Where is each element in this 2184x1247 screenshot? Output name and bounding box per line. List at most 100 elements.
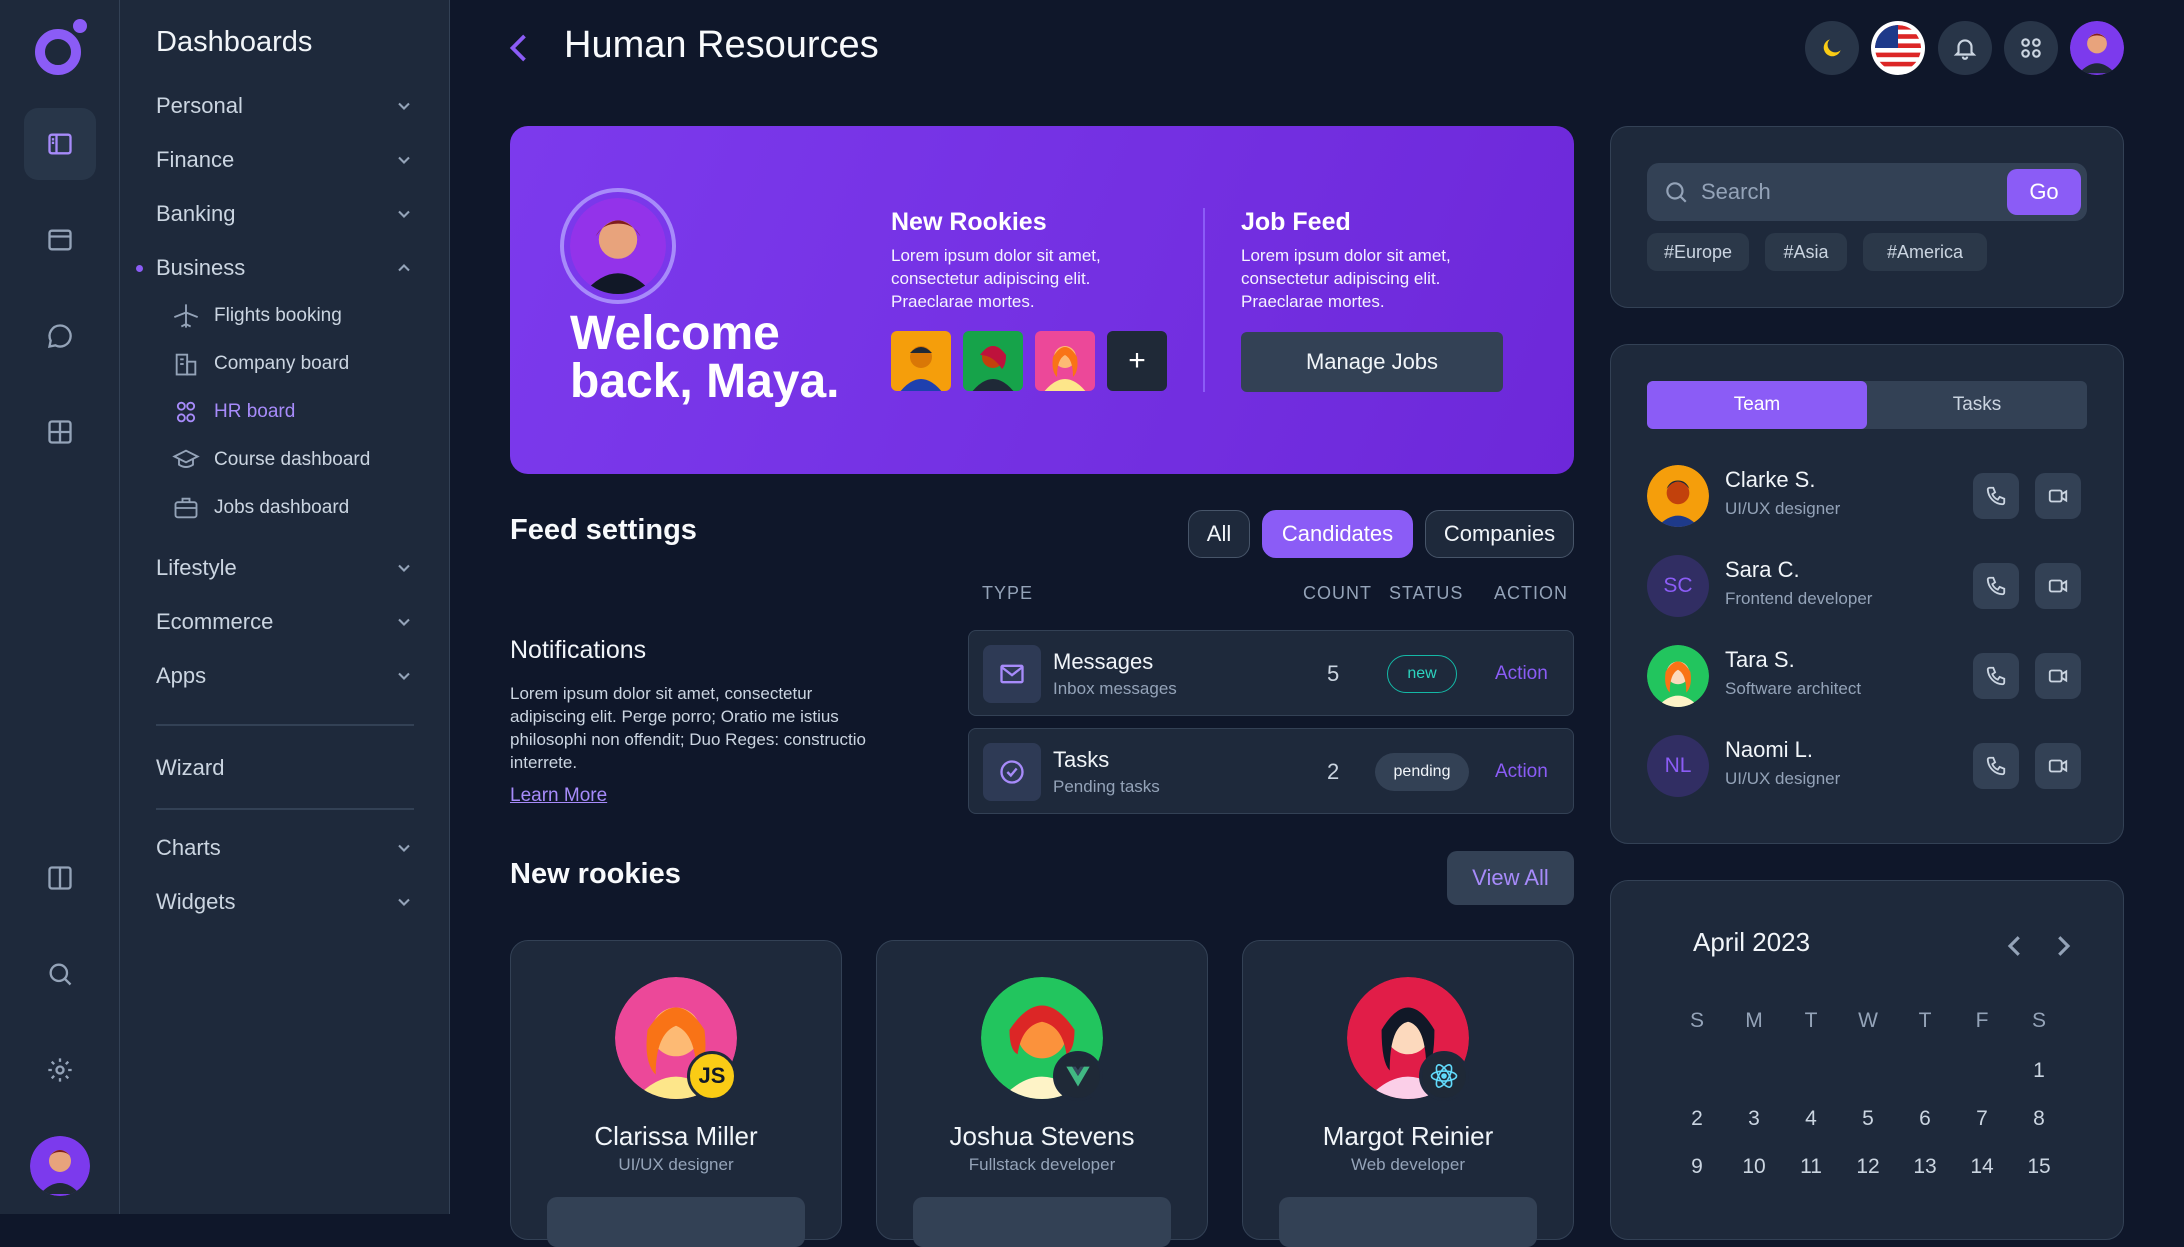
sub-hr-board[interactable]: HR board <box>172 394 295 430</box>
calendar-day[interactable]: 15 <box>2019 1155 2059 1179</box>
sub-course-dashboard[interactable]: Course dashboard <box>172 442 370 478</box>
add-rookie-button[interactable]: + <box>1107 331 1167 391</box>
tab-tasks[interactable]: Tasks <box>1867 381 2087 429</box>
calendar-day[interactable]: 6 <box>1905 1107 1945 1131</box>
menu-widgets[interactable]: Widgets <box>156 882 414 922</box>
menu-ecommerce[interactable]: Ecommerce <box>156 602 414 642</box>
menu-wizard[interactable]: Wizard <box>156 748 414 788</box>
theme-toggle-button[interactable] <box>1805 21 1859 75</box>
rookie-card-button[interactable] <box>913 1197 1171 1247</box>
view-all-button[interactable]: View All <box>1447 851 1574 905</box>
tag-europe[interactable]: #Europe <box>1647 233 1749 271</box>
filter-all[interactable]: All <box>1188 510 1250 558</box>
rookie-card-button[interactable] <box>547 1197 805 1247</box>
search-input[interactable] <box>1701 163 2001 221</box>
calendar-day[interactable]: 8 <box>2019 1107 2059 1131</box>
chevron-down-icon <box>398 102 410 110</box>
user-avatar[interactable] <box>30 1136 90 1196</box>
calendar-day[interactable]: 14 <box>1962 1155 2002 1179</box>
dashboard-icon[interactable] <box>24 108 96 180</box>
call-button[interactable] <box>1973 563 2019 609</box>
calendar-day[interactable]: 2 <box>1677 1107 1717 1131</box>
rookie-card[interactable]: JS Clarissa Miller UI/UX designer <box>510 940 842 1247</box>
row-count: 5 <box>1327 661 1340 686</box>
menu-business[interactable]: Business <box>136 248 414 288</box>
menu-personal[interactable]: Personal <box>156 86 414 126</box>
sub-flights-booking[interactable]: Flights booking <box>172 298 342 334</box>
next-month-chevron-icon[interactable] <box>2048 931 2078 961</box>
calendar-day[interactable]: 11 <box>1791 1155 1831 1179</box>
weekday-label: S <box>2031 1009 2046 1032</box>
menu-finance[interactable]: Finance <box>156 140 414 180</box>
menu-label: Personal <box>156 93 243 118</box>
users-icon <box>176 401 196 423</box>
rookie-thumb[interactable] <box>1035 331 1095 391</box>
video-call-button[interactable] <box>2035 653 2081 699</box>
go-button[interactable]: Go <box>2007 169 2081 215</box>
columns-icon[interactable] <box>24 842 96 914</box>
prev-month-chevron-icon[interactable] <box>2000 931 2030 961</box>
calendar-day[interactable]: 7 <box>1962 1107 2002 1131</box>
menu-label: Finance <box>156 147 235 172</box>
apps-button[interactable] <box>2004 21 2058 75</box>
member-initials: NL <box>1647 735 1709 797</box>
rookie-card[interactable]: Margot Reinier Web developer <box>1242 940 1574 1247</box>
profile-avatar[interactable] <box>2070 21 2124 75</box>
tab-team[interactable]: Team <box>1647 381 1867 429</box>
call-button[interactable] <box>1973 653 2019 699</box>
sub-company-board[interactable]: Company board <box>172 346 349 382</box>
browser-window-icon[interactable] <box>24 204 96 276</box>
chat-icon[interactable] <box>24 300 96 372</box>
filter-candidates[interactable]: Candidates <box>1262 510 1413 558</box>
rookie-card-button[interactable] <box>1279 1197 1537 1247</box>
video-call-button[interactable] <box>2035 473 2081 519</box>
call-button[interactable] <box>1973 743 2019 789</box>
tag-america[interactable]: #America <box>1863 233 1987 271</box>
rookie-card[interactable]: Joshua Stevens Fullstack developer <box>876 940 1208 1247</box>
language-button[interactable] <box>1871 21 1925 75</box>
rookie-thumb[interactable] <box>963 331 1023 391</box>
app-logo-icon[interactable] <box>30 16 90 80</box>
grid-layout-icon[interactable] <box>24 396 96 468</box>
tag-asia[interactable]: #Asia <box>1765 233 1847 271</box>
calendar-day[interactable]: 5 <box>1848 1107 1888 1131</box>
action-link[interactable]: Action <box>1495 761 1548 783</box>
back-chevron-icon[interactable] <box>502 28 538 68</box>
menu-charts[interactable]: Charts <box>156 828 414 868</box>
member-name: Sara C. <box>1725 557 1800 582</box>
search-icon <box>1666 182 1687 203</box>
calendar-day[interactable]: 10 <box>1734 1155 1774 1179</box>
job-feed-text: Lorem ipsum dolor sit amet, consectetur … <box>1241 246 1451 311</box>
divider <box>1203 208 1205 392</box>
row-count: 2 <box>1327 759 1340 784</box>
filter-companies[interactable]: Companies <box>1425 510 1574 558</box>
manage-jobs-button[interactable]: Manage Jobs <box>1241 332 1503 392</box>
rookie-avatar <box>972 346 1014 391</box>
apps-grid-icon <box>2021 38 2041 58</box>
member-avatar <box>1647 465 1709 527</box>
rookie-role: Web developer <box>1350 1155 1466 1174</box>
calendar-day[interactable]: 4 <box>1791 1107 1831 1131</box>
welcome-banner: Welcome back, Maya. New Rookies Lorem ip… <box>510 126 1574 474</box>
calendar-day[interactable]: 12 <box>1848 1155 1888 1179</box>
menu-banking[interactable]: Banking <box>156 194 414 234</box>
action-link[interactable]: Action <box>1495 663 1548 685</box>
mail-icon <box>983 645 1041 703</box>
menu-lifestyle[interactable]: Lifestyle <box>156 548 414 588</box>
notifications-button[interactable] <box>1938 21 1992 75</box>
search-icon[interactable] <box>24 938 96 1010</box>
video-call-button[interactable] <box>2035 743 2081 789</box>
calendar-day[interactable]: 3 <box>1734 1107 1774 1131</box>
menu-apps[interactable]: Apps <box>156 656 414 696</box>
calendar-day[interactable]: 13 <box>1905 1155 1945 1179</box>
rookie-thumb[interactable] <box>891 331 951 391</box>
member-initials: SC <box>1647 555 1709 617</box>
learn-more-link[interactable]: Learn More <box>510 785 607 807</box>
sub-jobs-dashboard[interactable]: Jobs dashboard <box>172 490 349 526</box>
status-badge: pending <box>1375 753 1469 791</box>
calendar-day[interactable]: 1 <box>2019 1059 2059 1083</box>
video-call-button[interactable] <box>2035 563 2081 609</box>
calendar-day[interactable]: 9 <box>1677 1155 1717 1179</box>
settings-gear-icon[interactable] <box>24 1034 96 1106</box>
call-button[interactable] <box>1973 473 2019 519</box>
